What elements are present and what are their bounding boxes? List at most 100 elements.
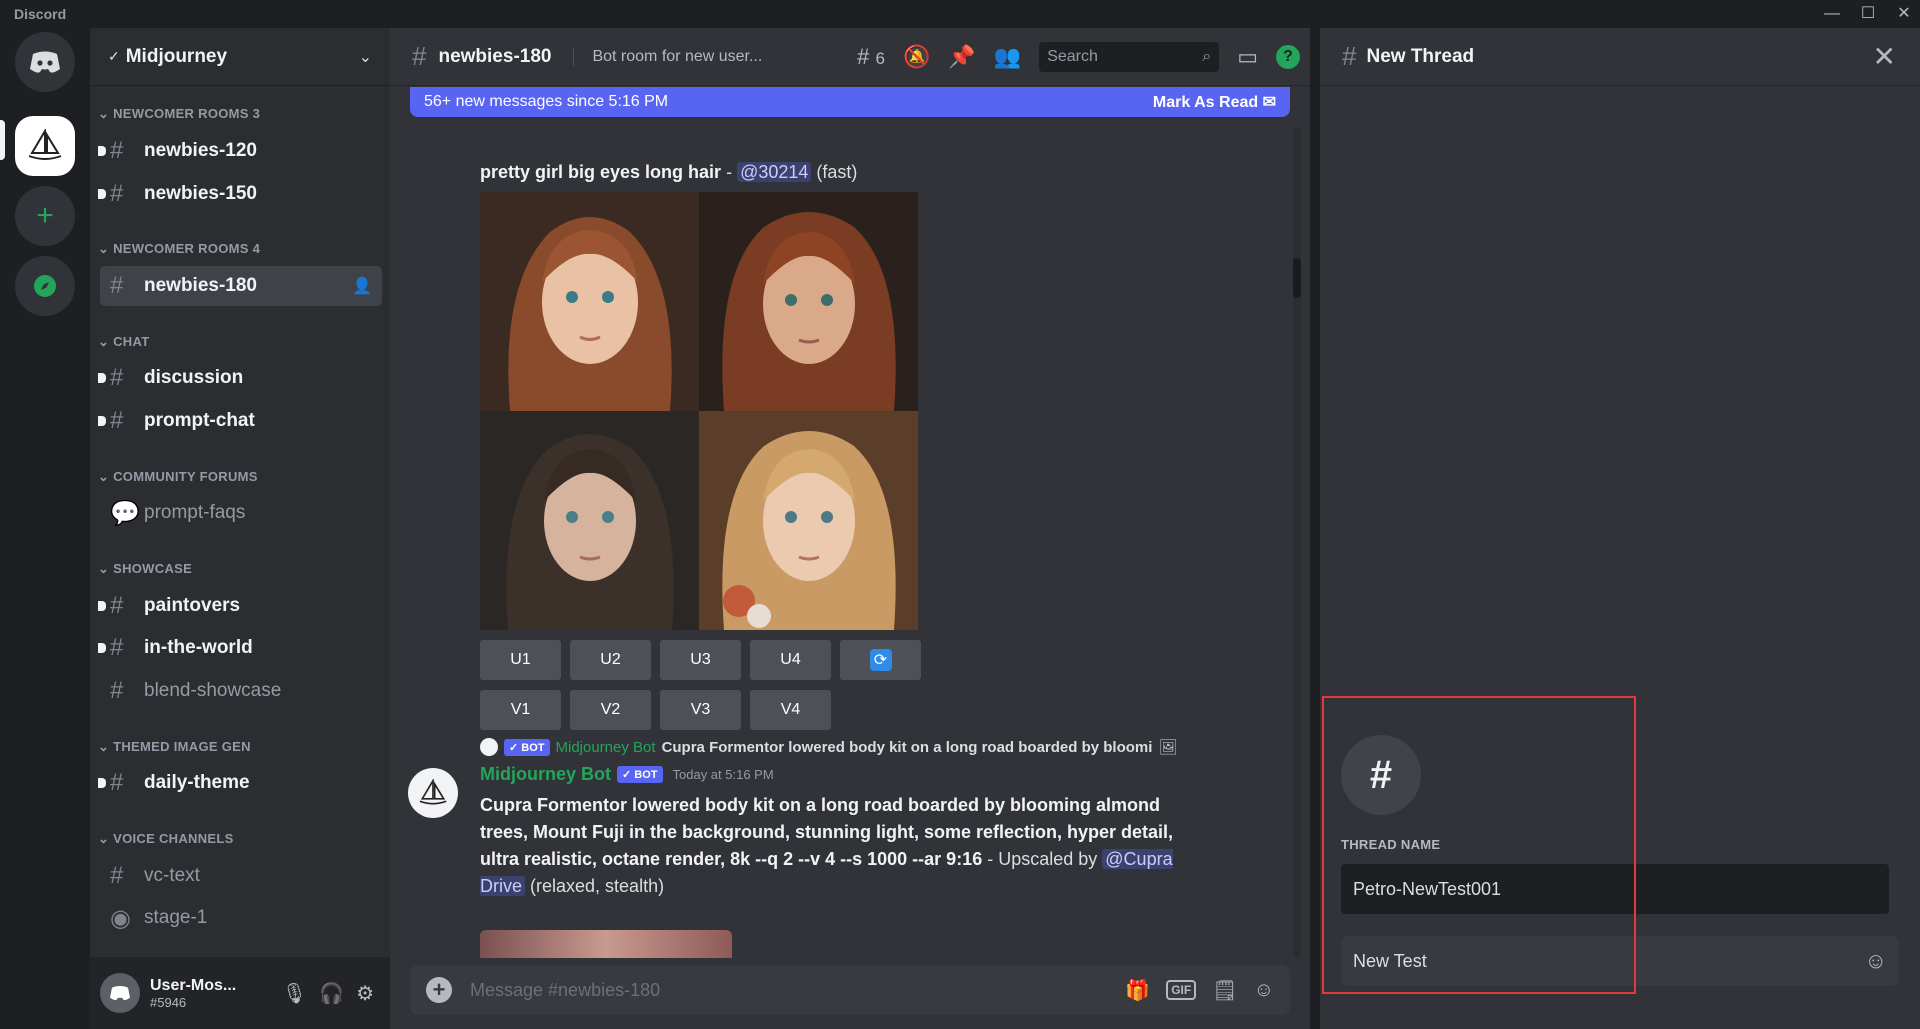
- category-voice-channels[interactable]: ⌄ VOICE CHANNELS: [98, 831, 234, 847]
- thread-name-input[interactable]: Petro-NewTest001: [1341, 864, 1889, 914]
- v4-button[interactable]: V4: [750, 690, 831, 730]
- reply-author: Midjourney Bot: [555, 738, 656, 756]
- sticker-icon[interactable]: 🗒: [1212, 978, 1237, 1003]
- author-name[interactable]: Midjourney Bot: [480, 764, 611, 785]
- message-composer[interactable]: + Message #newbies-180 🎁 GIF 🗒 ☺: [410, 965, 1290, 1015]
- channel-topic[interactable]: Bot room for new user...: [573, 47, 762, 66]
- timestamp: Today at 5:16 PM: [672, 767, 774, 782]
- attach-plus-icon[interactable]: +: [426, 977, 452, 1003]
- category-chat[interactable]: ⌄ CHAT: [98, 334, 149, 350]
- guild-header[interactable]: ✓ Midjourney ⌄: [90, 28, 390, 86]
- v2-button[interactable]: V2: [570, 690, 651, 730]
- forum-icon: 💬: [110, 499, 140, 527]
- gift-icon[interactable]: 🎁: [1125, 978, 1150, 1003]
- thread-title: New Thread: [1366, 45, 1475, 67]
- threads-button[interactable]: # 6: [857, 44, 885, 70]
- unread-indicator: [98, 373, 106, 383]
- image-3[interactable]: [480, 411, 699, 630]
- channel-newbies-150[interactable]: # newbies-150: [98, 174, 382, 214]
- emoji-icon[interactable]: ☺: [1865, 948, 1887, 974]
- selected-server-indicator: [0, 120, 5, 160]
- notification-muted-icon[interactable]: 🔕: [903, 44, 930, 70]
- minimize-button[interactable]: —: [1815, 2, 1849, 26]
- thread-name-label: THREAD NAME: [1341, 837, 1441, 852]
- gear-icon[interactable]: ⚙: [356, 981, 374, 1006]
- hash-icon: #: [110, 407, 124, 434]
- app-title: Discord: [14, 6, 67, 22]
- channel-sidebar: ✓ Midjourney ⌄ ⌄ NEWCOMER ROOMS 3 # newbi…: [90, 28, 390, 1029]
- thread-channel-icon: #: [412, 41, 427, 71]
- search-icon: ⌕: [1202, 48, 1212, 65]
- channel-stage-1[interactable]: ◉ stage-1: [100, 898, 382, 938]
- v1-button[interactable]: V1: [480, 690, 561, 730]
- refresh-icon: ⟳: [869, 649, 892, 671]
- unread-indicator: [98, 146, 106, 156]
- user-info[interactable]: User-Mos... #5946: [150, 977, 236, 1010]
- title-bar: Discord — ☐ ✕: [0, 0, 1920, 28]
- headphones-icon[interactable]: 🎧: [319, 981, 344, 1006]
- avatar[interactable]: [100, 973, 140, 1013]
- channel-vc-text[interactable]: # vc-text: [100, 856, 382, 896]
- image-grid[interactable]: [480, 192, 918, 630]
- hash-icon: #: [110, 592, 124, 619]
- chevron-down-icon: ⌄: [358, 48, 372, 66]
- inbox-icon[interactable]: ▭: [1237, 44, 1258, 70]
- avatar[interactable]: [408, 768, 458, 818]
- upscaled-image[interactable]: [480, 930, 732, 958]
- upscale-buttons: U1 U2 U3 U4 ⟳: [480, 640, 921, 680]
- channel-in-the-world[interactable]: # in-the-world: [98, 628, 382, 668]
- channel-paintovers[interactable]: # paintovers: [98, 586, 382, 626]
- maximize-button[interactable]: ☐: [1851, 2, 1885, 26]
- image-icon: 🖼: [1158, 739, 1178, 756]
- user-panel: User-Mos... #5946 🎙 🎧 ⚙: [90, 957, 390, 1029]
- image-4[interactable]: [699, 411, 918, 630]
- channel-title: newbies-180: [438, 45, 552, 67]
- user-mention[interactable]: @30214: [737, 162, 812, 182]
- pin-icon[interactable]: 📌: [948, 44, 975, 70]
- category-newcomer-rooms-4[interactable]: ⌄ NEWCOMER ROOMS 4: [98, 241, 260, 257]
- members-icon[interactable]: 👥: [994, 44, 1021, 70]
- category-community-forums[interactable]: ⌄ COMMUNITY FORUMS: [98, 469, 258, 485]
- thread-channel-icon: #: [110, 180, 124, 207]
- channel-newbies-180[interactable]: # newbies-180 👤: [100, 266, 382, 306]
- channel-blend-showcase[interactable]: # blend-showcase: [100, 671, 382, 711]
- channel-newbies-120[interactable]: # newbies-120: [98, 131, 382, 171]
- message-2-header: Midjourney Bot ✓ BOT Today at 5:16 PM: [480, 764, 774, 785]
- search-input[interactable]: Search ⌕: [1039, 42, 1220, 72]
- chat-panel: # newbies-180 Bot room for new user... #…: [390, 28, 1310, 1029]
- mark-as-read-button[interactable]: Mark As Read ✉: [1153, 92, 1276, 112]
- scrollbar[interactable]: [1293, 128, 1301, 958]
- u4-button[interactable]: U4: [750, 640, 831, 680]
- window-close-button[interactable]: ✕: [1887, 2, 1920, 26]
- server-midjourney[interactable]: [15, 116, 75, 176]
- gif-button[interactable]: GIF: [1166, 980, 1197, 1000]
- reroll-button[interactable]: ⟳: [840, 640, 921, 680]
- image-2[interactable]: [699, 192, 918, 411]
- thread-message-input[interactable]: New Test ☺: [1341, 936, 1899, 986]
- category-showcase[interactable]: ⌄ SHOWCASE: [98, 561, 192, 577]
- close-icon[interactable]: ✕: [1873, 40, 1896, 73]
- message-input[interactable]: Message #newbies-180: [470, 980, 660, 1001]
- scrollbar-thumb[interactable]: [1293, 258, 1301, 298]
- home-button[interactable]: [15, 32, 75, 92]
- emoji-icon[interactable]: ☺: [1254, 979, 1274, 1002]
- channel-discussion[interactable]: # discussion: [98, 358, 382, 398]
- channel-prompt-chat[interactable]: # prompt-chat: [98, 401, 382, 441]
- add-member-icon[interactable]: 👤: [352, 276, 372, 296]
- reply-preview[interactable]: ✓ BOT Midjourney Bot Cupra Formentor low…: [480, 738, 1240, 756]
- category-themed-image-gen[interactable]: ⌄ THEMED IMAGE GEN: [98, 739, 251, 755]
- u3-button[interactable]: U3: [660, 640, 741, 680]
- image-1[interactable]: [480, 192, 699, 411]
- channel-daily-theme[interactable]: # daily-theme: [98, 763, 382, 803]
- new-messages-bar[interactable]: 56+ new messages since 5:16 PM Mark As R…: [410, 87, 1290, 117]
- explore-servers-button[interactable]: [15, 256, 75, 316]
- category-newcomer-rooms-3[interactable]: ⌄ NEWCOMER ROOMS 3: [98, 106, 260, 122]
- u2-button[interactable]: U2: [570, 640, 651, 680]
- channel-prompt-faqs[interactable]: 💬 prompt-faqs: [100, 493, 382, 533]
- microphone-icon[interactable]: 🎙: [282, 981, 307, 1006]
- message-2-content: Cupra Formentor lowered body kit on a lo…: [480, 795, 1174, 896]
- add-server-button[interactable]: +: [15, 186, 75, 246]
- v3-button[interactable]: V3: [660, 690, 741, 730]
- u1-button[interactable]: U1: [480, 640, 561, 680]
- help-icon[interactable]: ?: [1276, 45, 1300, 69]
